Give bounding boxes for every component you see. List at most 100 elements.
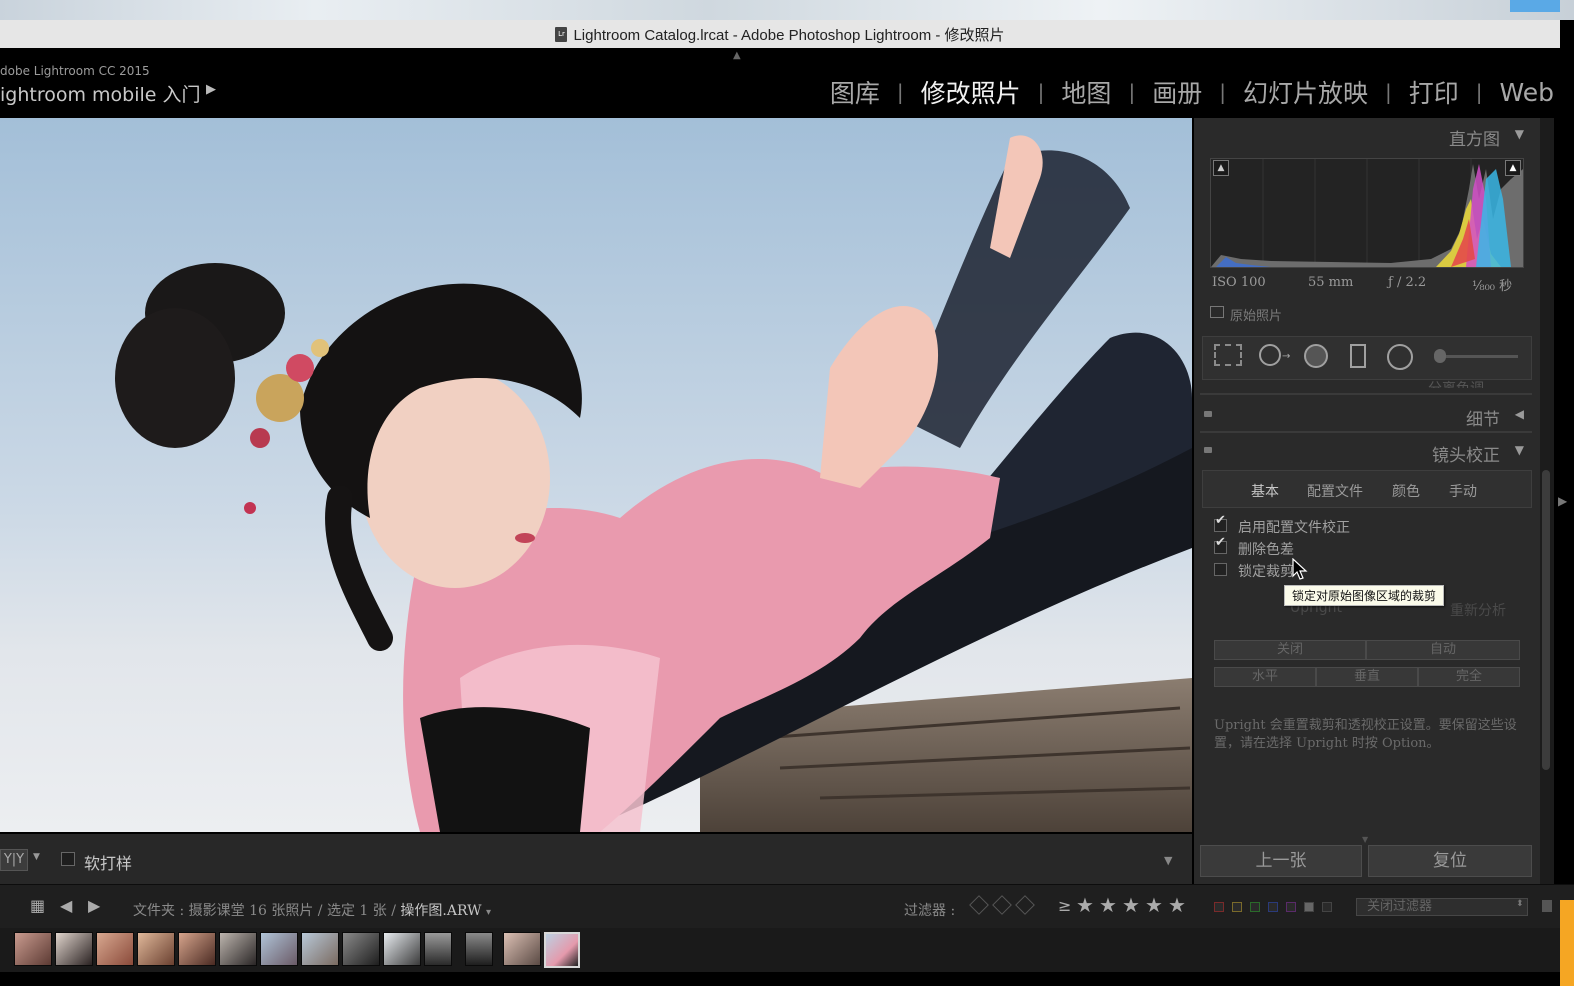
rating-star-icon[interactable]: ★ (1145, 893, 1163, 917)
detail-title: 细节 (1466, 410, 1500, 430)
filmstrip-thumbnail[interactable] (14, 932, 52, 966)
constrain-crop-checkbox[interactable] (1214, 563, 1227, 576)
filmstrip-breadcrumb[interactable]: 文件夹 : 摄影课堂 16 张照片 / 选定 1 张 / 操作图.ARW ▾ (133, 900, 491, 920)
filter-lock-icon[interactable] (1542, 900, 1552, 912)
filmstrip-thumbnail[interactable] (178, 932, 216, 966)
identity-plate-mobile-link[interactable]: ightroom mobile 入门 (0, 80, 201, 107)
upright-help-text: Upright 会重置裁剪和透视校正设置。要保留这些设置，请在选择 Uprigh… (1214, 718, 1517, 751)
screen-bottom-edge (0, 972, 1574, 986)
screen-edge (1560, 20, 1574, 48)
reset-button[interactable]: 复位 (1368, 845, 1532, 877)
histogram-chart[interactable] (1210, 158, 1524, 268)
exif-focal-length: 55 mm (1308, 275, 1354, 290)
shadow-clipping-toggle[interactable]: ▲ (1213, 160, 1229, 176)
rating-star-icon[interactable]: ★ (1076, 893, 1094, 917)
filmstrip-thumbnail[interactable] (342, 932, 380, 966)
play-arrow-icon[interactable]: ▶ (206, 82, 216, 97)
upright-auto-button[interactable]: 自动 (1366, 640, 1520, 660)
adjustment-brush-icon[interactable] (1434, 349, 1446, 363)
upright-level-button[interactable]: 水平 (1214, 667, 1316, 687)
color-label-purple-icon[interactable] (1286, 902, 1296, 912)
color-label-yellow-icon[interactable] (1232, 902, 1242, 912)
mouse-cursor-icon (1292, 558, 1308, 580)
module-library[interactable]: 图库 (830, 74, 880, 110)
filmstrip-thumbnail[interactable] (137, 932, 175, 966)
color-label-red-icon[interactable] (1214, 902, 1224, 912)
filmstrip-thumbnail[interactable] (96, 932, 134, 966)
module-develop[interactable]: 修改照片 (921, 74, 1021, 110)
desktop-window-fragment (1510, 0, 1560, 12)
collapse-right-panel-icon[interactable]: ▶ (1558, 494, 1567, 508)
filmstrip-thumbnail[interactable] (424, 932, 452, 966)
adjustment-brush-slider-track[interactable] (1438, 355, 1518, 358)
right-panel-scroll-thumb[interactable] (1542, 470, 1550, 770)
filter-preset-select[interactable]: 关闭过滤器 (1356, 898, 1528, 916)
histogram-panel-header[interactable]: 直方图 ▼ (1200, 122, 1530, 150)
window-title-bar: Lr Lightroom Catalog.lrcat - Adobe Photo… (0, 20, 1560, 49)
rating-star-icon[interactable]: ★ (1168, 893, 1186, 917)
rating-operator[interactable]: ≥ (1058, 896, 1071, 915)
exif-aperture: ƒ / 2.2 (1388, 275, 1427, 290)
color-label-custom-icon[interactable] (1304, 902, 1314, 912)
lens-corrections-panel-header[interactable]: 镜头校正 ▼ (1200, 438, 1530, 466)
toolbar-options-dropdown-icon[interactable]: ▼ (1164, 854, 1172, 867)
soft-proofing-checkbox[interactable] (61, 852, 75, 866)
enable-profile-corrections-label: 启用配置文件校正 (1238, 520, 1350, 536)
filmstrip-thumbnail[interactable] (260, 932, 298, 966)
upright-vertical-button[interactable]: 垂直 (1316, 667, 1418, 687)
filmstrip-thumbnail[interactable] (219, 932, 257, 966)
module-print[interactable]: 打印 (1409, 74, 1459, 110)
rating-star-icon[interactable]: ★ (1122, 893, 1140, 917)
panel-divider (1200, 431, 1532, 433)
original-photo-label: 原始照片 (1230, 309, 1283, 324)
highlight-clipping-toggle[interactable]: ▲ (1505, 160, 1521, 176)
filmstrip-thumbnail[interactable] (465, 932, 493, 966)
red-eye-icon[interactable] (1304, 344, 1328, 368)
filmstrip-thumbnail[interactable] (383, 932, 421, 966)
expand-triangle-icon[interactable]: ◀ (1515, 407, 1524, 421)
panel-on-off-switch[interactable] (1204, 411, 1212, 417)
graduated-filter-icon[interactable] (1350, 344, 1366, 368)
spot-removal-icon[interactable] (1259, 344, 1281, 366)
color-label-green-icon[interactable] (1250, 902, 1260, 912)
filmstrip-thumbnail[interactable] (301, 932, 339, 966)
grid-view-icon[interactable]: ▦ (30, 896, 45, 915)
photo-preview[interactable] (0, 118, 1192, 832)
forward-arrow-icon[interactable]: ▶ (88, 896, 100, 915)
color-label-blue-icon[interactable] (1268, 902, 1278, 912)
radial-filter-icon[interactable] (1387, 344, 1413, 370)
color-label-none-icon[interactable] (1322, 902, 1332, 912)
tab-profile[interactable]: 配置文件 (1307, 481, 1363, 501)
module-map[interactable]: 地图 (1061, 74, 1111, 110)
collapse-triangle-icon[interactable]: ▼ (1515, 443, 1524, 457)
collapse-top-panel-icon[interactable]: ▲ (733, 50, 741, 61)
current-file-name[interactable]: 操作图.ARW (400, 903, 481, 919)
tab-manual[interactable]: 手动 (1449, 481, 1477, 501)
filmstrip-thumbnail[interactable] (503, 932, 541, 966)
module-book[interactable]: 画册 (1152, 74, 1202, 110)
original-photo-checkbox[interactable] (1210, 306, 1224, 318)
panel-on-off-switch[interactable] (1204, 447, 1212, 453)
dropdown-arrow-icon[interactable]: ▼ (33, 852, 40, 862)
upright-full-button[interactable]: 完全 (1418, 667, 1520, 687)
exif-iso: ISO 100 (1212, 275, 1266, 290)
crop-overlay-icon[interactable] (1214, 344, 1242, 366)
reanalyze-button[interactable]: 重新分析 (1450, 600, 1506, 620)
tab-basic[interactable]: 基本 (1251, 481, 1279, 501)
window-title: Lightroom Catalog.lrcat - Adobe Photosho… (573, 26, 1005, 44)
filmstrip-thumbnail[interactable] (55, 932, 93, 966)
rating-star-icon[interactable]: ★ (1099, 893, 1117, 917)
constrain-crop-label: 锁定裁剪 (1238, 564, 1294, 580)
filmstrip-thumbnail-selected[interactable] (544, 932, 580, 968)
select-arrows-icon[interactable]: ⬍ (1516, 899, 1524, 909)
module-slideshow[interactable]: 幻灯片放映 (1243, 74, 1368, 110)
previous-button[interactable]: 上一张 (1200, 845, 1362, 877)
upright-off-button[interactable]: 关闭 (1214, 640, 1366, 660)
tab-color[interactable]: 颜色 (1392, 481, 1420, 501)
module-web[interactable]: Web (1499, 78, 1554, 107)
before-after-toggle[interactable]: Y|Y (0, 849, 28, 871)
back-arrow-icon[interactable]: ◀ (60, 896, 72, 915)
detail-panel-header[interactable]: 细节 ◀ (1200, 402, 1530, 430)
file-menu-arrow-icon[interactable]: ▾ (486, 907, 491, 918)
collapse-triangle-icon[interactable]: ▼ (1515, 127, 1524, 141)
